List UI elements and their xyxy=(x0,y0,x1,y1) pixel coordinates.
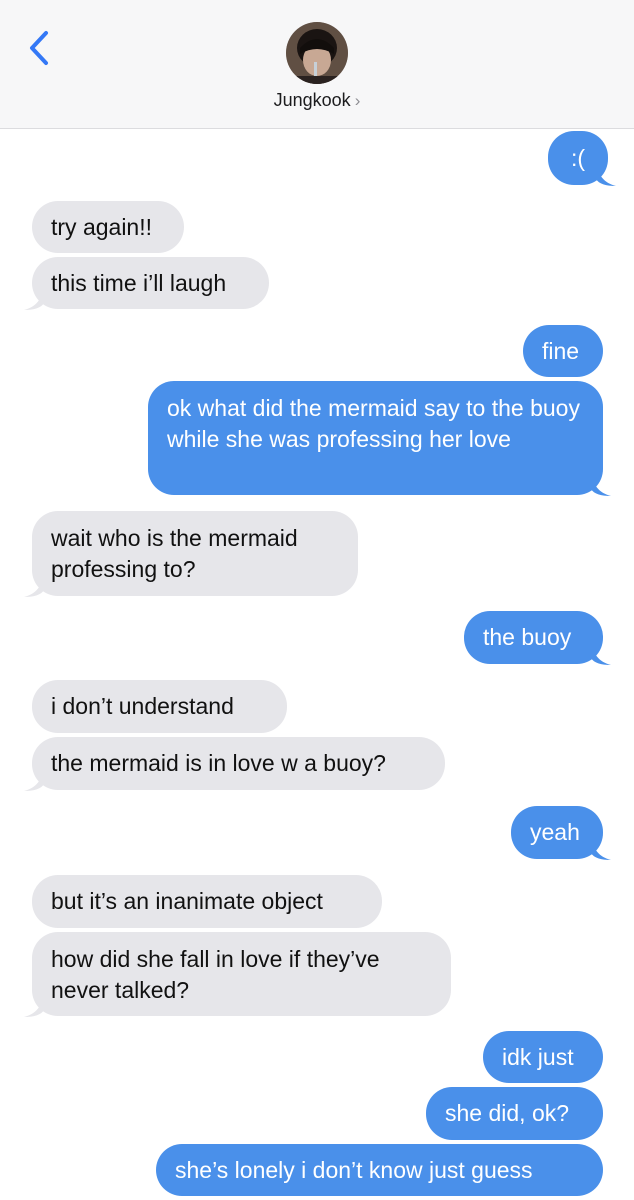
bubble-tail xyxy=(24,768,44,791)
message-sent[interactable]: yeah xyxy=(511,806,603,859)
message-sent[interactable]: idk just xyxy=(483,1031,603,1083)
bubble-tail xyxy=(24,994,44,1017)
chevron-left-icon xyxy=(30,31,48,65)
message-text: :( xyxy=(570,144,586,171)
message-received[interactable]: i don’t understand xyxy=(32,680,287,733)
bubble-tail xyxy=(24,287,44,310)
message-text: ok what did the mermaid say to the buoy … xyxy=(167,395,580,452)
message-sent[interactable]: she’s lonely i don’t know just guess xyxy=(156,1144,603,1196)
bubble-tail xyxy=(591,473,611,496)
message-sent[interactable]: she did, ok? xyxy=(426,1087,603,1140)
message-text: try again!! xyxy=(51,213,152,240)
message-text: idk just xyxy=(502,1043,574,1070)
message-received[interactable]: the mermaid is in love w a buoy? xyxy=(32,737,445,790)
contact-name-button[interactable]: Jungkook › xyxy=(0,90,634,111)
message-received[interactable]: this time i’ll laugh xyxy=(32,257,269,309)
message-received[interactable]: but it’s an inanimate object xyxy=(32,875,382,928)
message-text: this time i’ll laugh xyxy=(51,269,227,296)
message-received[interactable]: wait who is the mermaid professing to? xyxy=(32,511,358,596)
avatar[interactable] xyxy=(286,22,348,84)
message-text: the mermaid is in love w a buoy? xyxy=(51,750,386,776)
message-text: yeah xyxy=(530,819,580,845)
message-sent[interactable]: fine xyxy=(523,325,603,377)
message-text: she’s lonely i don’t know just guess xyxy=(175,1156,533,1183)
message-received[interactable]: try again!! xyxy=(32,201,184,253)
message-text: she did, ok? xyxy=(445,1100,570,1126)
conversation-header: Jungkook › xyxy=(0,0,634,129)
chevron-right-icon: › xyxy=(354,91,361,110)
back-button[interactable] xyxy=(22,28,56,68)
message-text: but it’s an inanimate object xyxy=(51,888,323,914)
bubble-tail xyxy=(591,837,611,860)
contact-name: Jungkook xyxy=(273,90,351,110)
message-sent[interactable]: ok what did the mermaid say to the buoy … xyxy=(148,381,603,495)
bubble-tail xyxy=(24,574,44,597)
message-text: wait who is the mermaid professing to? xyxy=(51,525,298,582)
message-received[interactable]: how did she fall in love if they’ve neve… xyxy=(32,932,451,1016)
message-sent[interactable]: the buoy xyxy=(464,611,603,664)
message-text: i don’t understand xyxy=(51,693,234,719)
message-text: how did she fall in love if they’ve neve… xyxy=(51,946,380,1003)
message-text: the buoy xyxy=(483,624,572,650)
avatar-photo xyxy=(286,22,348,84)
bubble-tail xyxy=(596,163,616,186)
bubble-tail xyxy=(591,642,611,665)
message-text: fine xyxy=(542,337,580,364)
